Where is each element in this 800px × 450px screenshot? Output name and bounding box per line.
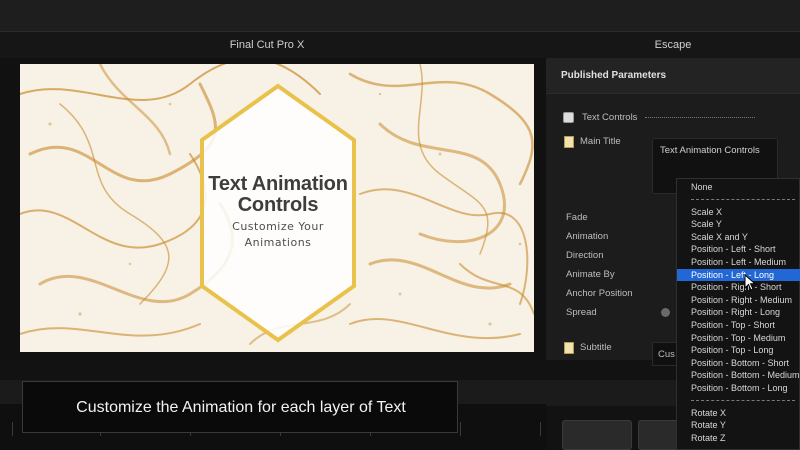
menu-item[interactable]: Position - Left - Short [677, 243, 800, 256]
inspector-title: Escape [654, 39, 692, 51]
clip-thumbnail[interactable] [638, 420, 678, 450]
menu-item[interactable]: Scale Y [677, 218, 800, 231]
menu-item[interactable]: Rotate X [677, 407, 800, 420]
subtitle-layer-icon [564, 342, 574, 354]
ruler-tick [460, 422, 461, 436]
spread-slider-knob[interactable] [661, 308, 670, 317]
video-canvas: Text Animation Controls Customize Your A… [20, 64, 534, 352]
menu-item[interactable]: None [677, 181, 800, 194]
clip-thumbnail[interactable] [562, 420, 632, 450]
tutorial-caption: Customize the Animation for each layer o… [22, 381, 458, 433]
menu-item[interactable]: Position - Bottom - Medium [677, 369, 800, 382]
menu-item[interactable]: Position - Right - Medium [677, 294, 800, 307]
menu-item[interactable]: Rotate Y [677, 419, 800, 432]
param-animate-by: Animate By [566, 269, 615, 280]
menu-separator [691, 399, 795, 401]
menu-item[interactable]: Position - Right - Long [677, 306, 800, 319]
menu-item[interactable]: Position - Right - Short [677, 281, 800, 294]
leader-dots [645, 117, 755, 118]
param-animation: Animation [566, 231, 609, 242]
subtitle-label: Subtitle [580, 342, 612, 353]
title-line-2: Controls [237, 194, 319, 216]
subtitle-line-1: Customize Your [232, 220, 324, 233]
published-parameters-header: Published Parameters [546, 58, 800, 94]
title-bar: Final Cut Pro X Escape [0, 32, 800, 58]
menu-item[interactable]: Scale X [677, 206, 800, 219]
animation-dropdown-menu[interactable]: None Scale X Scale Y Scale X and Y Position … [676, 178, 800, 450]
menu-item[interactable]: Position - Bottom - Short [677, 357, 800, 370]
text-controls-checkbox[interactable] [563, 112, 574, 123]
menu-item[interactable]: Position - Top - Medium [677, 332, 800, 345]
title-line-1: Text Animation [208, 173, 348, 195]
param-anchor-position: Anchor Position [566, 288, 633, 299]
menu-item[interactable]: Position - Bottom - Long [677, 382, 800, 395]
viewer-panel: Text Animation Controls Customize Your A… [0, 58, 546, 360]
app-toolbar [0, 0, 800, 32]
menu-item[interactable]: Position - Top - Long [677, 344, 800, 357]
menu-separator [691, 198, 795, 200]
subtitle-line-2: Animations [244, 236, 312, 249]
menu-item[interactable]: Position - Left - Long [677, 268, 800, 282]
ruler-tick [12, 422, 13, 436]
param-direction: Direction [566, 250, 604, 261]
caption-text: Customize the Animation for each layer o… [76, 399, 406, 416]
text-controls-label: Text Controls [582, 112, 638, 123]
title-card: Text Animation Controls Customize Your A… [202, 174, 354, 251]
viewer-title: Final Cut Pro X [229, 39, 305, 51]
published-parameters-label: Published Parameters [561, 70, 667, 81]
text-layer-icon [564, 136, 574, 148]
main-title-label: Main Title [580, 136, 621, 147]
main-title-value: Text Animation Controls [660, 145, 760, 156]
menu-item[interactable]: Scale X and Y [677, 231, 800, 244]
subtitle-value: Cus [658, 349, 675, 360]
menu-item[interactable]: Rotate Z [677, 432, 800, 445]
menu-item[interactable]: Position - Top - Short [677, 319, 800, 332]
param-spread: Spread [566, 307, 597, 318]
param-fade: Fade [566, 212, 588, 223]
mouse-pointer-icon [744, 274, 757, 291]
ruler-tick [540, 422, 541, 436]
menu-item[interactable]: Position - Left - Medium [677, 256, 800, 269]
